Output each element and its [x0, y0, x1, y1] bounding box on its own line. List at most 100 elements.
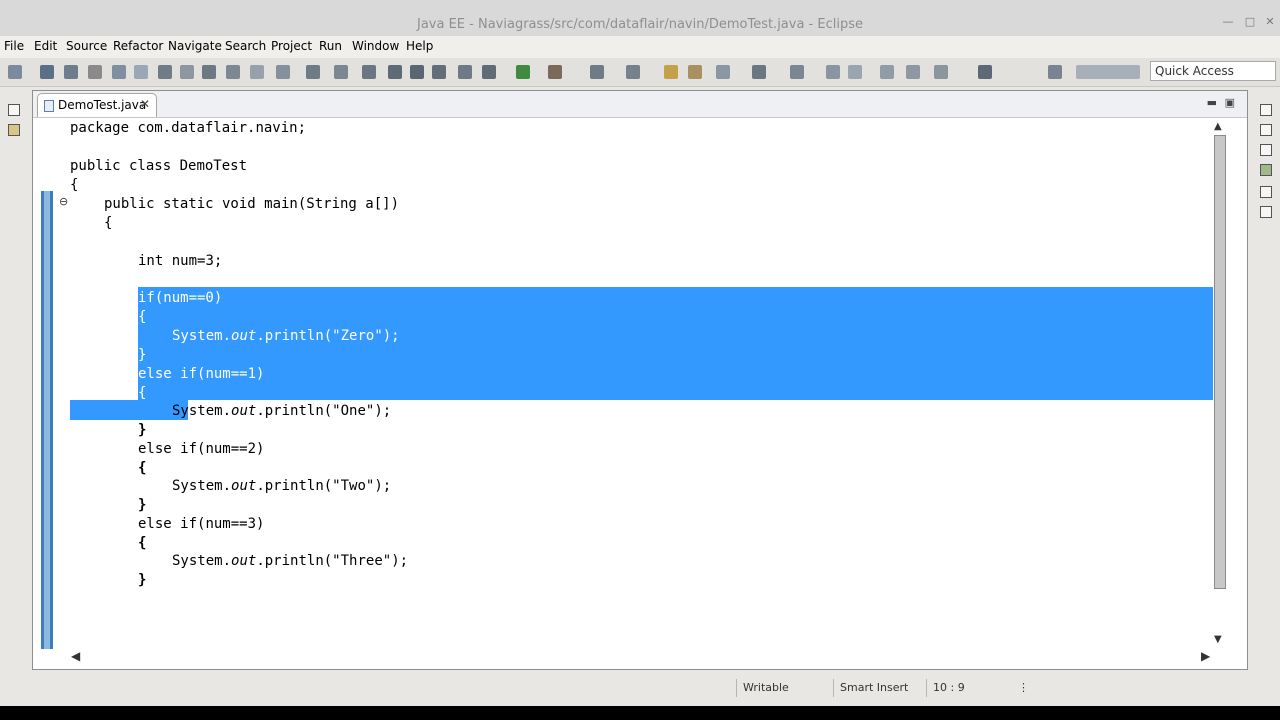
code-line-10: }: [138, 347, 147, 363]
annotation-icon[interactable]: [688, 65, 702, 79]
run-external-icon[interactable]: [548, 65, 562, 79]
maximize-icon[interactable]: □: [1244, 16, 1256, 28]
quick-access-input[interactable]: Quick Access: [1150, 61, 1276, 81]
prev-annotation-icon[interactable]: [790, 65, 804, 79]
left-trim-stack: [0, 88, 30, 678]
maximize-editor-icon[interactable]: [978, 65, 992, 79]
history-forward-icon[interactable]: [934, 65, 948, 79]
package-explorer-icon[interactable]: [8, 124, 20, 136]
toggle-mark-icon[interactable]: [134, 65, 148, 79]
scrollbar-thumb[interactable]: [1214, 135, 1226, 589]
task-list-icon[interactable]: [1260, 124, 1272, 136]
java-editor[interactable]: DemoTest.java ✕ ▬ ▣ ⊖ package com.datafl…: [32, 90, 1248, 670]
block-selection-icon[interactable]: [158, 65, 172, 79]
close-icon[interactable]: ✕: [1264, 16, 1276, 28]
save-all-icon[interactable]: [64, 65, 78, 79]
code-line-11: else if(num==1): [138, 366, 265, 382]
code-line-18: }: [138, 497, 147, 513]
pin-icon[interactable]: [716, 65, 730, 79]
last-edit-icon[interactable]: [826, 65, 840, 79]
status-writable: Writable: [736, 679, 831, 697]
terminal-icon[interactable]: [112, 65, 126, 79]
external-tools-icon[interactable]: [334, 65, 348, 79]
properties-icon[interactable]: [1260, 186, 1272, 198]
code-line-15: else if(num==2): [138, 441, 265, 457]
tab-demotest[interactable]: DemoTest.java ✕: [37, 93, 157, 117]
new-java-project-icon[interactable]: [590, 65, 604, 79]
window-title: Java EE - Naviagrass/src/com/dataflair/n…: [417, 17, 863, 32]
show-whitespace-icon[interactable]: [180, 65, 194, 79]
history-back-icon[interactable]: [906, 65, 920, 79]
restore-icon[interactable]: [8, 104, 20, 116]
code-line-12: {: [138, 385, 147, 401]
code-line-2: public class DemoTest: [70, 158, 248, 174]
maximize-view-icon[interactable]: ▣: [1225, 96, 1235, 109]
step-into-icon[interactable]: [458, 65, 472, 79]
open-type-icon[interactable]: [250, 65, 264, 79]
code-line-1: package com.dataflair.navin;: [70, 120, 307, 136]
status-bar: Writable Smart Insert 10 : 9 ⋮: [0, 676, 1280, 700]
close-tab-icon[interactable]: ✕: [140, 97, 150, 111]
status-insert-mode[interactable]: Smart Insert: [833, 679, 926, 697]
back-icon[interactable]: [848, 65, 862, 79]
menu-bar: File Edit Source Refactor Navigate Searc…: [0, 36, 1280, 58]
scroll-down-icon[interactable]: ▼: [1214, 634, 1222, 645]
resume-icon[interactable]: [388, 65, 402, 79]
run-icon[interactable]: [516, 65, 530, 79]
suspend-icon[interactable]: [410, 65, 424, 79]
code-line-17: System.out.println("Two");: [172, 478, 392, 494]
fold-collapse-icon[interactable]: ⊖: [59, 195, 68, 208]
open-task-icon[interactable]: [276, 65, 290, 79]
code-line-20: {: [138, 535, 147, 551]
code-line-8: {: [138, 309, 147, 325]
servers-icon[interactable]: [1260, 164, 1272, 176]
minimize-editor-icon[interactable]: ▬: [1207, 96, 1217, 109]
terminate-icon[interactable]: [432, 65, 446, 79]
change-ruler: [41, 191, 53, 649]
new-package-icon[interactable]: [626, 65, 640, 79]
outline-icon[interactable]: [1260, 144, 1272, 156]
menu-project[interactable]: Project: [271, 39, 312, 53]
menu-navigate[interactable]: Navigate: [168, 39, 222, 53]
menu-help[interactable]: Help: [406, 39, 433, 53]
console-icon[interactable]: [1260, 206, 1272, 218]
minimize-icon[interactable]: —: [1222, 16, 1234, 28]
print-icon[interactable]: [88, 65, 102, 79]
menu-search[interactable]: Search: [225, 39, 266, 53]
code-line-9: System.out.println("Zero");: [172, 328, 400, 344]
java-file-icon: [44, 100, 54, 112]
skip-breakpoints-icon[interactable]: [362, 65, 376, 79]
save-icon[interactable]: [40, 65, 54, 79]
editor-tab-bar: DemoTest.java ✕ ▬ ▣: [33, 91, 1247, 118]
selection-highlight-end: [70, 400, 188, 420]
status-more-icon[interactable]: ⋮: [1012, 679, 1029, 697]
code-line-4: public static void main(String a[]): [104, 196, 400, 212]
next-annotation-icon[interactable]: [752, 65, 766, 79]
new-icon[interactable]: [8, 65, 22, 79]
server-icon[interactable]: [306, 65, 320, 79]
code-line-16: {: [138, 460, 147, 476]
menu-refactor[interactable]: Refactor: [113, 39, 163, 53]
restore-icon-right[interactable]: [1260, 104, 1272, 116]
open-folder-icon[interactable]: [664, 65, 678, 79]
menu-window[interactable]: Window: [352, 39, 399, 53]
code-line-6: int num=3;: [138, 253, 223, 269]
word-wrap-icon[interactable]: [202, 65, 216, 79]
forward-icon[interactable]: [880, 65, 894, 79]
search-icon[interactable]: [226, 65, 240, 79]
main-toolbar: [0, 58, 1280, 87]
scroll-right-icon[interactable]: ▶: [1201, 649, 1210, 663]
code-line-19: else if(num==3): [138, 516, 265, 532]
vertical-scrollbar[interactable]: ▲ ▼: [1213, 121, 1227, 651]
code-line-21: System.out.println("Three");: [172, 553, 409, 569]
scroll-left-icon[interactable]: ◀: [71, 649, 80, 663]
open-perspective-icon[interactable]: [1048, 65, 1062, 79]
code-line-22: }: [138, 572, 147, 588]
menu-edit[interactable]: Edit: [34, 39, 57, 53]
scroll-up-icon[interactable]: ▲: [1214, 121, 1222, 132]
menu-file[interactable]: File: [4, 39, 24, 53]
menu-run[interactable]: Run: [319, 39, 342, 53]
perspective-switcher-icon[interactable]: [1076, 65, 1140, 79]
debug-icon[interactable]: [482, 65, 496, 79]
menu-source[interactable]: Source: [66, 39, 107, 53]
